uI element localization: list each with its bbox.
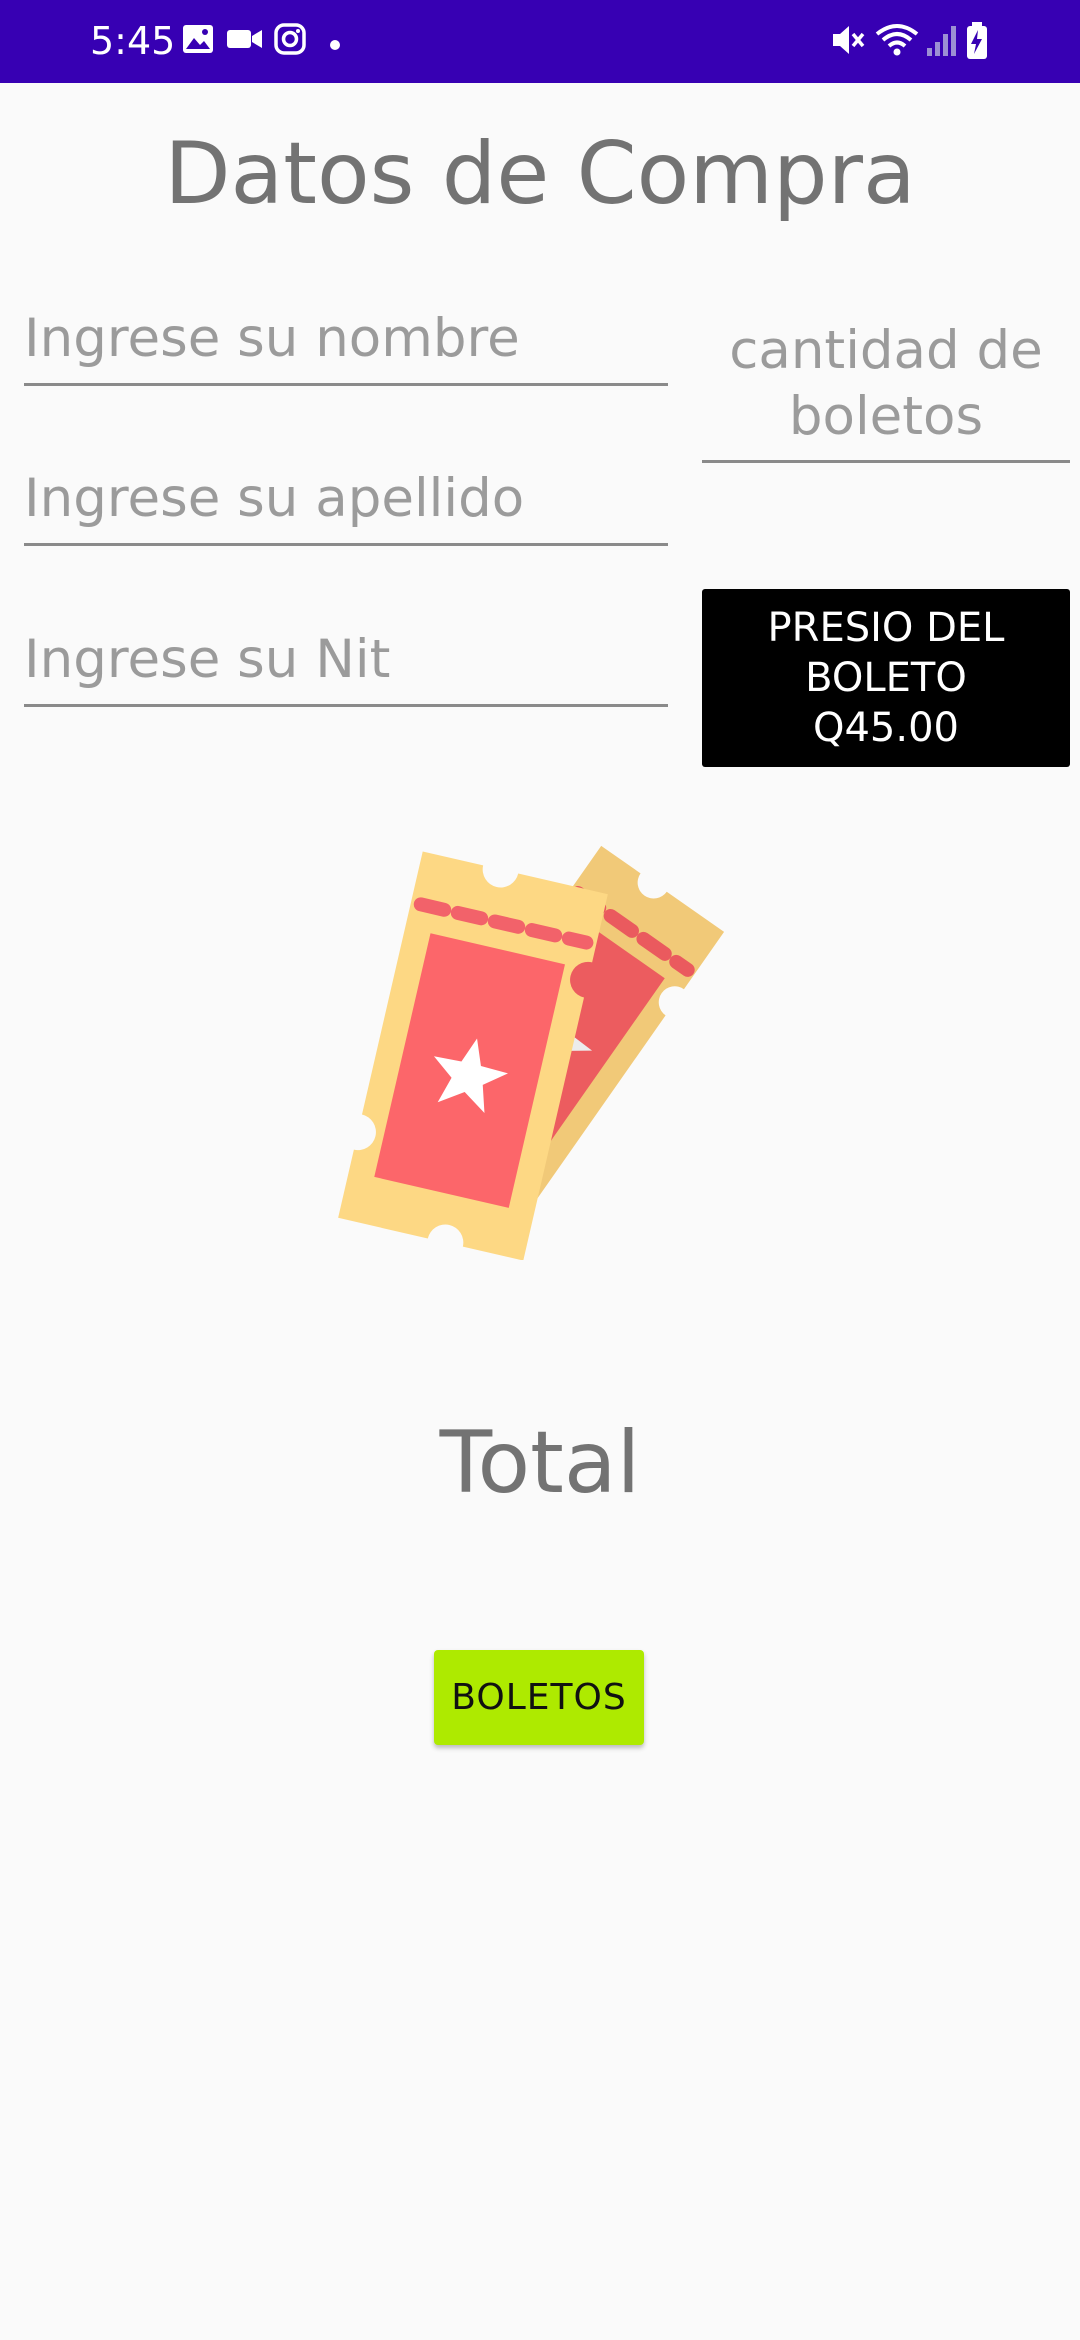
- status-bar: 5:45: [0, 0, 1080, 83]
- image-icon: [181, 22, 215, 60]
- wifi-icon: [875, 22, 919, 62]
- page-title: Datos de Compra: [164, 124, 916, 224]
- price-value: Q45.00: [813, 705, 959, 751]
- boletos-button[interactable]: BOLETOS: [434, 1650, 644, 1745]
- total-label: Total: [439, 1413, 641, 1513]
- tickets-icon: [318, 824, 764, 1261]
- apellido-field[interactable]: [24, 453, 668, 546]
- video-camera-icon: [226, 22, 264, 60]
- status-time: 5:45: [90, 19, 176, 63]
- mute-icon: [830, 22, 866, 62]
- cantidad-field[interactable]: [702, 318, 1070, 463]
- apellido-input[interactable]: [24, 468, 668, 529]
- price-line-1: PRESIO DEL: [767, 605, 1005, 651]
- signal-icon: [925, 22, 959, 62]
- notification-dot-icon: [330, 35, 340, 54]
- cantidad-input[interactable]: [702, 318, 1070, 458]
- battery-charging-icon: [965, 22, 989, 64]
- nombre-input[interactable]: [24, 308, 668, 369]
- nombre-field[interactable]: [24, 293, 668, 386]
- nit-input[interactable]: [24, 629, 668, 690]
- ticket-price-box: PRESIO DEL BOLETO Q45.00: [702, 589, 1070, 767]
- instagram-icon: [273, 22, 307, 60]
- price-line-2: BOLETO: [805, 655, 967, 701]
- nit-field[interactable]: [24, 614, 668, 707]
